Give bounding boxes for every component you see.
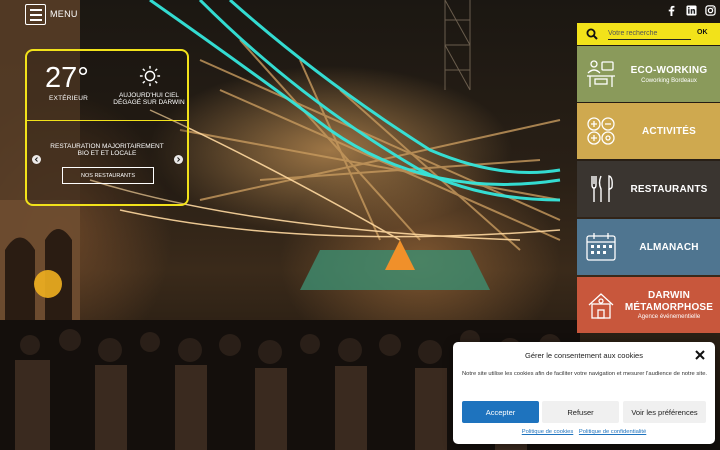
tile-title: ACTIVITÉS [641, 126, 697, 137]
search-input[interactable] [608, 27, 691, 40]
cookie-links: Politique de cookies Politique de confid… [453, 429, 715, 435]
house-icon [588, 293, 614, 319]
temperature: 27° [45, 62, 89, 94]
activities-icon [587, 117, 615, 145]
tile-subtitle: Coworking Bordeaux [641, 78, 697, 84]
facebook-glyph [668, 5, 675, 16]
tile-title: ECO-WORKING [630, 65, 708, 76]
tile-subtitle: Agence événementielle [637, 314, 701, 320]
linkedin-glyph [686, 5, 697, 16]
search-submit-button[interactable]: OK [697, 29, 708, 36]
menu-button[interactable] [25, 4, 46, 25]
carousel-prev-button[interactable] [32, 155, 41, 164]
menu-label[interactable]: MENU [50, 9, 78, 19]
temperature-caption: EXTÉRIEUR [49, 95, 89, 102]
carousel-text: RESTAURATION MAJORITAIREMENT BIO ET ET L… [50, 143, 164, 158]
chevron-left-icon [34, 157, 38, 162]
linkedin-icon[interactable] [686, 5, 697, 16]
tile-title: ALMANACH [639, 242, 699, 253]
cookie-consent-dialog: Gérer le consentement aux cookies Notre … [453, 342, 715, 444]
tile-darwin-metamorphose[interactable]: DARWIN MÉTAMORPHOSE Agence événementiell… [577, 277, 720, 333]
tile-title: DARWIN MÉTAMORPHOSE [624, 290, 714, 313]
card-divider [27, 120, 187, 121]
tile-restaurants[interactable]: RESTAURANTS [577, 161, 720, 217]
preferences-button[interactable]: Voir les préférences [623, 401, 706, 423]
search-icon[interactable] [586, 28, 598, 40]
instagram-glyph [705, 5, 716, 16]
calendar-icon [586, 233, 616, 261]
weather-card: 27° EXTÉRIEUR AUJOURD'HUI CIEL DÉGAGÉ SU… [25, 49, 189, 206]
tile-almanach[interactable]: ALMANACH [577, 219, 720, 275]
coworking-icon [587, 60, 615, 87]
instagram-icon[interactable] [705, 5, 716, 16]
search-bar: OK [577, 23, 720, 45]
hamburger-line [29, 18, 42, 21]
carousel-next-button[interactable] [174, 155, 183, 164]
close-icon[interactable] [695, 350, 705, 360]
cutlery-icon [591, 175, 613, 202]
tile-eco-working[interactable]: ECO-WORKING Coworking Bordeaux [577, 46, 720, 102]
sun-icon [139, 65, 161, 87]
cookie-title: Gérer le consentement aux cookies [525, 351, 643, 360]
cookie-policy-link[interactable]: Politique de cookies [522, 429, 574, 435]
weather-description: AUJOURD'HUI CIEL DÉGAGÉ SUR DARWIN [113, 92, 185, 106]
hamburger-line [29, 13, 42, 16]
nos-restaurants-button[interactable]: NOS RESTAURANTS [62, 167, 154, 184]
tile-title: RESTAURANTS [630, 184, 708, 195]
hamburger-line [29, 8, 42, 11]
facebook-icon[interactable] [666, 5, 677, 16]
cookie-text: Notre site utilise les cookies afin de f… [462, 371, 708, 377]
accept-button[interactable]: Accepter [462, 401, 539, 423]
privacy-policy-link[interactable]: Politique de confidentialité [579, 429, 646, 435]
tile-activites[interactable]: ACTIVITÉS [577, 103, 720, 159]
refuse-button[interactable]: Refuser [542, 401, 619, 423]
chevron-right-icon [177, 157, 181, 162]
